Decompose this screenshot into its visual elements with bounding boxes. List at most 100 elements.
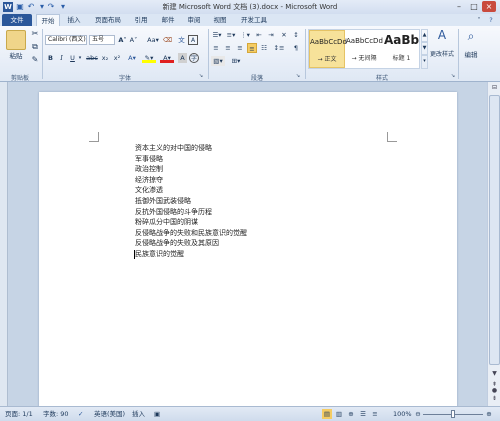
cut-icon[interactable]: ✂ [30, 29, 40, 39]
multilevel-list-icon[interactable]: ⋮▾ [239, 30, 251, 40]
scroll-down-icon[interactable]: ▼ [489, 369, 500, 379]
paste-button[interactable]: 粘贴 [4, 51, 28, 61]
document-page[interactable]: 资本主义的对中国的侵略 军事侵略 政治控制 经济掠夺 文化渗透 抵御外国武装侵略… [39, 92, 457, 412]
ruler-toggle-icon[interactable]: ⊟ [489, 83, 500, 93]
superscript-icon[interactable]: x² [112, 53, 122, 63]
document-line[interactable]: 经济掠夺 [135, 175, 163, 186]
styles-scroll-down-icon[interactable]: ▼ [421, 42, 428, 55]
insert-mode-status[interactable]: 插入 [132, 409, 148, 419]
close-button[interactable]: × [482, 1, 496, 12]
justify-icon[interactable]: ≡ [247, 43, 257, 53]
document-line[interactable]: 政治控制 [135, 164, 163, 175]
line-spacing-icon[interactable]: ↕≡ [272, 43, 286, 53]
numbering-icon[interactable]: ≡▾ [225, 30, 237, 40]
shrink-font-icon[interactable]: A˅ [129, 35, 138, 45]
minimize-ribbon-icon[interactable]: ˄ [474, 14, 484, 26]
char-shading-icon[interactable]: A [178, 53, 187, 63]
vertical-ruler[interactable] [0, 82, 8, 406]
language-status[interactable]: 英语(美国) [94, 409, 128, 419]
tab-file[interactable]: 文件 [2, 14, 32, 26]
tab-insert[interactable]: 插入 [64, 14, 84, 26]
outline-view-icon[interactable]: ☰ [358, 409, 368, 419]
phonetic-guide-icon[interactable]: 文 [177, 35, 186, 45]
next-page-icon[interactable]: ⇟ [489, 394, 500, 404]
change-styles-icon[interactable]: A [432, 29, 452, 48]
font-dialog-launcher-icon[interactable]: ↘ [198, 71, 204, 81]
document-line[interactable]: 抵御外国武装侵略 [135, 196, 191, 207]
change-case-icon[interactable]: Aa▾ [146, 35, 160, 45]
zoom-slider-thumb[interactable] [451, 410, 455, 418]
document-line[interactable]: 粉碎瓜分中国的阴谋 [135, 217, 198, 228]
full-screen-reading-icon[interactable]: ▥ [334, 409, 344, 419]
document-line[interactable]: 反侵略战争的失败和民族意识的觉醒 [135, 228, 247, 239]
subscript-icon[interactable]: x₂ [100, 53, 110, 63]
style-heading-1[interactable]: AaBb 标题 1 [383, 30, 420, 68]
change-styles-button[interactable]: 更改样式 [428, 50, 456, 60]
style-no-spacing[interactable]: AaBbCcDd → 无间隔 [346, 30, 383, 68]
increase-indent-icon[interactable]: ⇥ [266, 30, 276, 40]
zoom-level[interactable]: 100% [393, 409, 413, 419]
strikethrough-icon[interactable]: abc [86, 53, 98, 63]
bold-icon[interactable]: B [46, 53, 55, 63]
distributed-icon[interactable]: ☷ [259, 43, 269, 53]
print-layout-view-icon[interactable]: ▤ [322, 409, 332, 419]
styles-dialog-launcher-icon[interactable]: ↘ [450, 71, 456, 81]
macro-record-icon[interactable]: ▣ [154, 409, 164, 419]
font-size-select[interactable]: 五号 [89, 35, 115, 45]
text-effects-icon[interactable]: A▾ [126, 53, 138, 63]
editing-button[interactable]: 编辑 [460, 50, 482, 60]
char-border-icon[interactable]: A [188, 35, 198, 45]
document-line[interactable]: 军事侵略 [135, 154, 163, 165]
document-line[interactable]: 反抗外国侵略的斗争历程 [135, 207, 212, 218]
draft-view-icon[interactable]: ≡ [370, 409, 380, 419]
chinese-layout-icon[interactable]: ✕ [279, 30, 289, 40]
scroll-thumb[interactable] [489, 95, 500, 365]
page-count[interactable]: 页面: 1/1 [5, 409, 39, 419]
copy-icon[interactable]: ⧉ [30, 42, 40, 52]
shading-icon[interactable]: ▧▾ [211, 56, 225, 66]
tab-view[interactable]: 视图 [210, 14, 230, 26]
font-name-select[interactable]: Calibri (西文) [45, 35, 87, 45]
align-center-icon[interactable]: ≡ [223, 43, 233, 53]
vertical-scrollbar[interactable]: ⊟ ▼ ⇞ ● ⇟ [487, 82, 500, 406]
align-left-icon[interactable]: ≡ [211, 43, 221, 53]
tab-page-layout[interactable]: 页面布局 [89, 14, 127, 26]
document-line[interactable]: 文化渗透 [135, 185, 163, 196]
styles-scroll-up-icon[interactable]: ▲ [421, 29, 428, 42]
highlight-color-icon[interactable]: ✎▾ [142, 53, 156, 63]
zoom-in-icon[interactable]: ⊕ [485, 409, 493, 419]
decrease-indent-icon[interactable]: ⇤ [254, 30, 264, 40]
tab-review[interactable]: 审阅 [184, 14, 204, 26]
tab-home[interactable]: 开始 [36, 14, 60, 26]
tab-developer[interactable]: 开发工具 [237, 14, 271, 26]
underline-icon[interactable]: U [68, 53, 77, 63]
font-color-icon[interactable]: A▾ [160, 53, 174, 63]
document-line[interactable]: 民族意识的觉醒 [135, 249, 184, 260]
maximize-button[interactable]: □ [467, 1, 481, 12]
paste-icon[interactable] [6, 30, 26, 50]
word-count[interactable]: 字数: 90 [43, 409, 75, 419]
borders-icon[interactable]: ⊞▾ [229, 56, 243, 66]
document-line[interactable]: 资本主义的对中国的侵略 [135, 143, 212, 154]
paragraph-dialog-launcher-icon[interactable]: ↘ [295, 71, 301, 81]
tab-references[interactable]: 引用 [131, 14, 151, 26]
web-layout-icon[interactable]: ⊕ [346, 409, 356, 419]
align-right-icon[interactable]: ≡ [235, 43, 245, 53]
styles-more-icon[interactable]: ▾ [421, 55, 428, 69]
bullets-icon[interactable]: ☰▾ [211, 30, 223, 40]
style-normal[interactable]: AaBbCcDd → 正文 [309, 30, 347, 68]
clear-format-icon[interactable]: ⌫ [163, 35, 172, 45]
help-icon[interactable]: ? [486, 14, 496, 26]
minimize-button[interactable]: – [452, 1, 466, 12]
document-line[interactable]: 反侵略战争的失败及其原因 [135, 238, 219, 249]
tab-mailings[interactable]: 邮件 [158, 14, 178, 26]
format-painter-icon[interactable]: ✎ [30, 55, 40, 65]
sort-icon[interactable]: ↕ [291, 30, 301, 40]
underline-dropdown-icon[interactable]: ▾ [77, 53, 83, 63]
find-icon[interactable]: ⌕ [463, 30, 479, 47]
grow-font-icon[interactable]: A˄ [118, 35, 127, 45]
enclose-char-icon[interactable]: 字 [189, 53, 199, 63]
show-marks-icon[interactable]: ¶ [291, 43, 301, 53]
proofing-icon[interactable]: ✓ [78, 409, 88, 419]
italic-icon[interactable]: I [57, 53, 66, 63]
